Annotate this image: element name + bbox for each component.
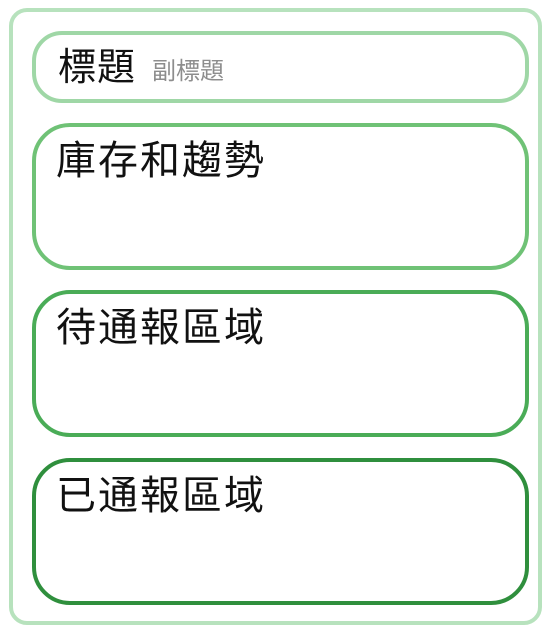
header-bar: 標題 副標題 xyxy=(32,31,529,103)
inventory-trend-label: 庫存和趨勢 xyxy=(56,138,266,184)
inventory-trend-panel[interactable]: 庫存和趨勢 xyxy=(32,123,529,270)
reported-area-label: 已通報區域 xyxy=(56,473,266,519)
reported-area-panel[interactable]: 已通報區域 xyxy=(32,458,529,605)
pending-report-panel[interactable]: 待通報區域 xyxy=(32,290,529,437)
page-subtitle: 副標題 xyxy=(152,57,225,85)
page-title: 標題 xyxy=(58,45,137,89)
pending-report-label: 待通報區域 xyxy=(56,305,266,351)
